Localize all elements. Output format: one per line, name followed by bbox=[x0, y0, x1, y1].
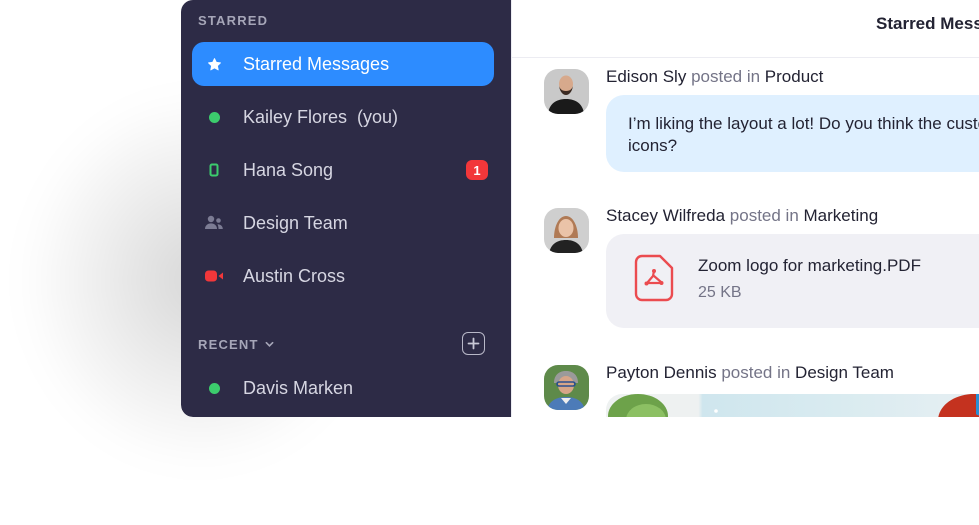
sidebar-item-label: Design Team bbox=[243, 212, 348, 233]
sidebar-item-label: Austin Cross bbox=[243, 265, 346, 286]
sidebar-item-design-team[interactable]: Design Team bbox=[192, 201, 494, 245]
avatar[interactable] bbox=[544, 69, 589, 114]
header: Starred Messages bbox=[512, 0, 979, 58]
sidebar-item-label: Starred Messages bbox=[243, 53, 390, 74]
sidebar-item-label: Kailey Flores (you) bbox=[243, 106, 399, 127]
page-title: Starred Messages bbox=[876, 14, 979, 33]
message-header: Payton Dennis posted in Design Team bbox=[606, 363, 894, 383]
file-attachment[interactable]: Zoom logo for marketing.PDF 25 KB bbox=[606, 234, 979, 328]
video-camera-icon bbox=[204, 266, 224, 286]
author-name[interactable]: Payton Dennis bbox=[606, 363, 717, 382]
star-icon bbox=[204, 54, 224, 74]
pdf-file-icon bbox=[634, 254, 674, 302]
main-panel: Starred Messages Edison Sly posted in Pr… bbox=[511, 0, 979, 417]
channel-name[interactable]: Design Team bbox=[795, 363, 894, 382]
file-name: Zoom logo for marketing.PDF bbox=[698, 256, 921, 275]
message-bubble: I’m liking the layout a lot! Do you thin… bbox=[606, 95, 979, 172]
sidebar-item-davis-marken[interactable]: Davis Marken bbox=[192, 366, 494, 410]
image-attachment[interactable] bbox=[606, 394, 979, 417]
sidebar-item-kailey-flores[interactable]: Kailey Flores (you) bbox=[192, 95, 494, 139]
sidebar-item-hana-song[interactable]: Hana Song 1 bbox=[192, 148, 494, 192]
author-name[interactable]: Stacey Wilfreda bbox=[606, 206, 725, 225]
section-label-recent[interactable]: RECENT bbox=[198, 337, 274, 352]
author-name[interactable]: Edison Sly bbox=[606, 67, 686, 86]
posted-in-text: posted in bbox=[729, 206, 799, 225]
message-header: Stacey Wilfreda posted in Marketing bbox=[606, 206, 878, 226]
online-dot-icon bbox=[204, 378, 224, 398]
chevron-down-icon bbox=[265, 341, 274, 347]
sidebar-item-starred-messages[interactable]: Starred Messages bbox=[192, 42, 494, 86]
avatar[interactable] bbox=[544, 208, 589, 253]
add-recent-button[interactable] bbox=[462, 332, 485, 355]
group-icon bbox=[204, 213, 224, 233]
mobile-icon bbox=[204, 160, 224, 180]
recent-label-text: RECENT bbox=[198, 337, 259, 352]
message-header: Edison Sly posted in Product bbox=[606, 67, 823, 87]
plus-icon bbox=[467, 337, 480, 350]
posted-in-text: posted in bbox=[691, 67, 761, 86]
sidebar-item-label: Hana Song bbox=[243, 159, 334, 180]
sidebar: STARRED Starred Messages Kailey Flores (… bbox=[181, 0, 511, 417]
sidebar-item-label: Davis Marken bbox=[243, 377, 354, 398]
chat-window: STARRED Starred Messages Kailey Flores (… bbox=[181, 0, 979, 417]
avatar[interactable] bbox=[544, 365, 589, 410]
channel-name[interactable]: Marketing bbox=[804, 206, 879, 225]
file-size: 25 KB bbox=[698, 284, 742, 301]
online-dot-icon bbox=[204, 107, 224, 127]
section-label-starred: STARRED bbox=[198, 13, 269, 28]
sidebar-item-austin-cross[interactable]: Austin Cross bbox=[192, 254, 494, 298]
channel-name[interactable]: Product bbox=[765, 67, 824, 86]
posted-in-text: posted in bbox=[721, 363, 791, 382]
unread-badge: 1 bbox=[466, 160, 488, 180]
message-text: I’m liking the layout a lot! Do you thin… bbox=[628, 114, 979, 155]
